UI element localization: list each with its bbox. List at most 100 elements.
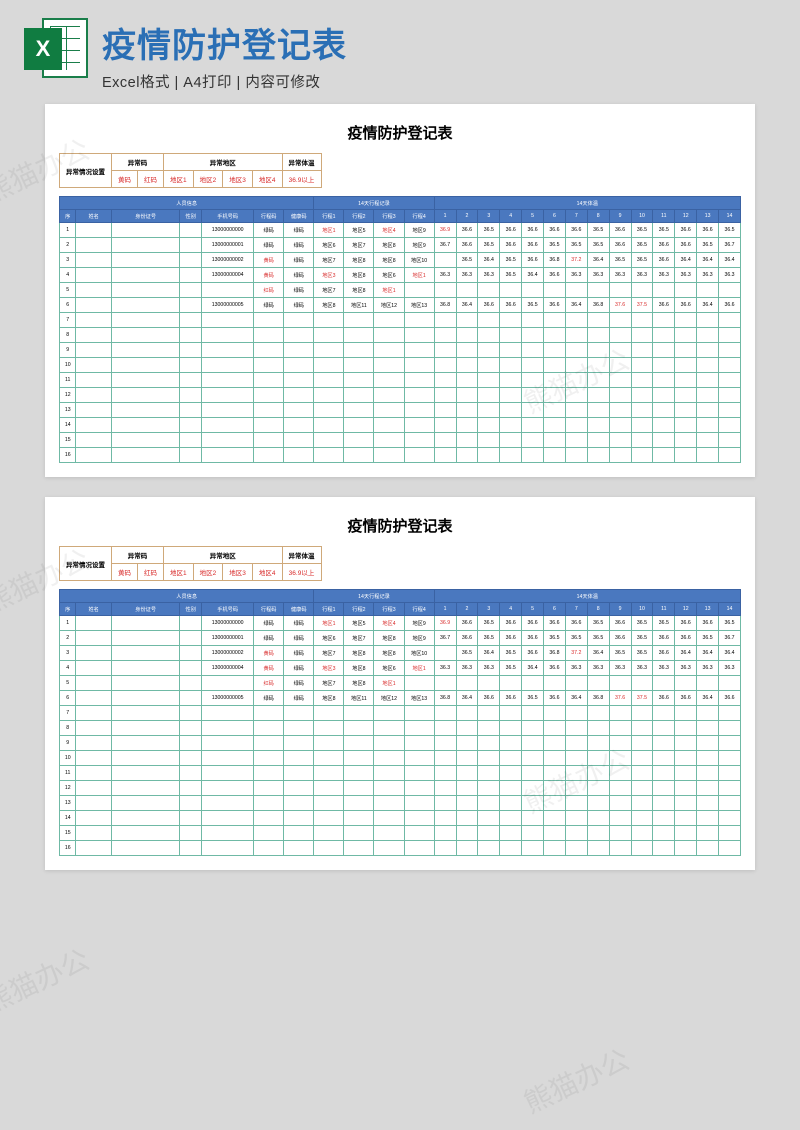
cell (609, 766, 631, 781)
cell (719, 328, 741, 343)
cell (76, 268, 112, 283)
cell-trip: 地区8 (374, 631, 404, 646)
cell (344, 313, 374, 328)
cell (653, 343, 675, 358)
cell: 13000000002 (202, 253, 254, 268)
cell-temp (522, 283, 544, 298)
cell (434, 721, 456, 736)
cell (254, 796, 284, 811)
cell: 绿码 (284, 661, 314, 676)
cell (314, 706, 344, 721)
cell: 绿码 (284, 646, 314, 661)
cell (254, 811, 284, 826)
cell (374, 841, 404, 856)
header-day: 13 (697, 210, 719, 223)
settings-item: 地区2 (193, 564, 223, 581)
cell (587, 388, 609, 403)
cell (500, 721, 522, 736)
cell (478, 721, 500, 736)
cell-temp (719, 283, 741, 298)
settings-group-label: 异常地区 (164, 547, 283, 564)
cell-trip: 地区6 (374, 661, 404, 676)
cell (202, 448, 254, 463)
cell (609, 433, 631, 448)
cell (314, 736, 344, 751)
cell-temp: 36.6 (675, 691, 697, 706)
cell (719, 403, 741, 418)
cell: 黄码 (254, 646, 284, 661)
header-day: 2 (456, 210, 478, 223)
cell (404, 328, 434, 343)
cell (374, 721, 404, 736)
cell (111, 676, 179, 691)
cell (111, 646, 179, 661)
cell (697, 796, 719, 811)
cell (675, 811, 697, 826)
cell (719, 358, 741, 373)
cell-temp: 37.5 (631, 298, 653, 313)
cell (719, 343, 741, 358)
cell (544, 706, 566, 721)
cell (587, 418, 609, 433)
cell-temp: 36.3 (478, 661, 500, 676)
cell (544, 751, 566, 766)
cell (180, 268, 202, 283)
cell (456, 781, 478, 796)
cell (314, 721, 344, 736)
header-day: 1 (434, 603, 456, 616)
cell (374, 388, 404, 403)
cell (180, 448, 202, 463)
cell (284, 751, 314, 766)
cell (111, 283, 179, 298)
cell (314, 388, 344, 403)
cell-temp (478, 676, 500, 691)
cell-trip: 地区1 (314, 223, 344, 238)
cell (76, 721, 112, 736)
cell (500, 373, 522, 388)
cell-temp: 36.6 (653, 298, 675, 313)
cell (76, 691, 112, 706)
cell: 绿码 (284, 616, 314, 631)
cell (254, 448, 284, 463)
cell: 绿码 (254, 223, 284, 238)
table-row: 5红码绿码地区7地区8地区1 (60, 676, 741, 691)
cell (478, 766, 500, 781)
cell-temp: 36.5 (522, 298, 544, 313)
cell-temp: 36.6 (544, 661, 566, 676)
cell (522, 766, 544, 781)
header-day: 10 (631, 603, 653, 616)
cell: 13 (60, 796, 76, 811)
cell (374, 433, 404, 448)
cell (544, 373, 566, 388)
cell-temp (631, 283, 653, 298)
cell (675, 721, 697, 736)
cell-temp: 36.6 (456, 238, 478, 253)
cell (565, 328, 587, 343)
cell-temp: 36.3 (719, 661, 741, 676)
cell-temp: 36.5 (500, 646, 522, 661)
cell (374, 403, 404, 418)
pages: 疫情防护登记表异常情况设置异常码异常地区异常体温黄码红码地区1地区2地区3地区4… (0, 104, 800, 890)
cell (180, 691, 202, 706)
doc-title: 疫情防护登记表 (59, 515, 741, 536)
cell (522, 796, 544, 811)
cell (111, 706, 179, 721)
cell-temp (631, 676, 653, 691)
cell-temp: 36.5 (544, 238, 566, 253)
cell (111, 343, 179, 358)
cell (284, 418, 314, 433)
cell-trip: 地区1 (404, 268, 434, 283)
cell (404, 841, 434, 856)
cell (180, 403, 202, 418)
cell-temp: 36.6 (609, 223, 631, 238)
cell (478, 418, 500, 433)
cell (404, 811, 434, 826)
cell (314, 373, 344, 388)
cell-temp: 36.4 (456, 691, 478, 706)
cell (434, 388, 456, 403)
cell (434, 781, 456, 796)
table-row: 413000000004黄码绿码地区3地区8地区6地区136.336.336.3… (60, 268, 741, 283)
settings-item: 红码 (138, 564, 164, 581)
table-row: 13 (60, 796, 741, 811)
cell (587, 841, 609, 856)
